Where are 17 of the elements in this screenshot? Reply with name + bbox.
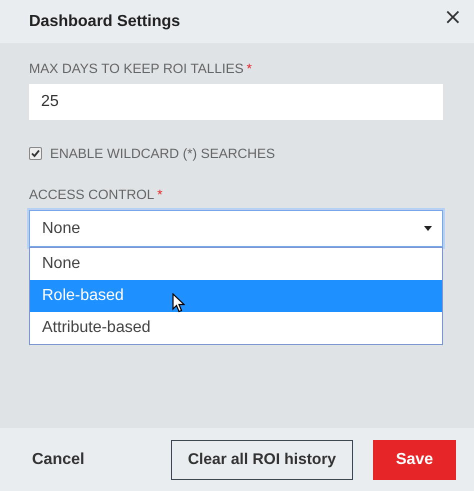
checkbox[interactable] [29, 147, 42, 160]
required-mark: * [157, 187, 163, 202]
dropdown-option[interactable]: Attribute-based [30, 312, 442, 344]
save-button[interactable]: Save [373, 440, 456, 480]
input-field[interactable]: 25 [29, 84, 443, 120]
field-label: ACCESS CONTROL [29, 187, 154, 202]
close-button[interactable]: × [444, 6, 462, 28]
clear-history-button[interactable]: Clear all ROI history [170, 440, 353, 480]
dialog-title: Dashboard Settings [29, 12, 180, 30]
cancel-button[interactable]: Cancel [32, 450, 84, 468]
required-mark: * [246, 61, 252, 76]
select-field[interactable]: None [29, 210, 443, 247]
field-label: MAX DAYS TO KEEP ROI TALLIES [29, 61, 244, 76]
dropdown-option[interactable]: None [30, 248, 442, 280]
cursor-icon [172, 293, 185, 313]
caret-icon [424, 226, 432, 231]
checkbox-label: ENABLE WILDCARD (*) SEARCHES [50, 146, 276, 161]
